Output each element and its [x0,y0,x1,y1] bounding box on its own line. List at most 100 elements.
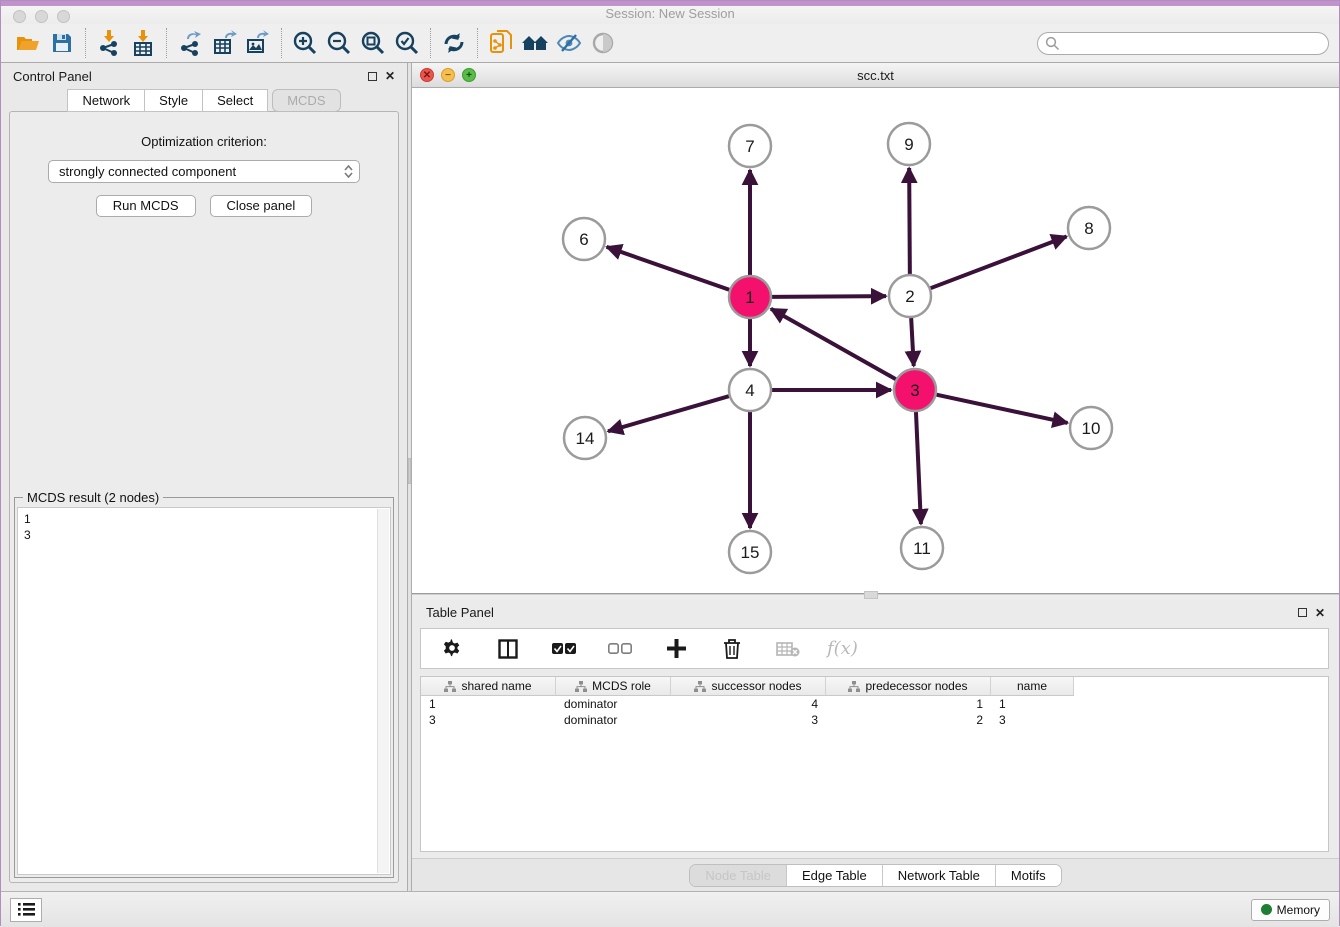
graph-edge-3-1[interactable] [771,309,896,379]
apply-layout-refresh-button[interactable] [437,27,471,59]
run-mcds-button[interactable]: Run MCDS [96,195,196,217]
column-header-successor-nodes[interactable]: successor nodes [671,677,826,696]
close-panel-button[interactable]: Close panel [210,195,313,217]
minimize-window-button[interactable] [35,10,48,23]
close-panel-icon[interactable]: ✕ [1315,608,1325,618]
graph-node-8[interactable]: 8 [1068,207,1110,249]
tab-motifs[interactable]: Motifs [996,865,1061,886]
network-maximize-button[interactable]: + [462,68,476,82]
cell-name: 3 [991,712,1074,728]
close-window-button[interactable] [13,10,26,23]
show-all-eye-button[interactable] [586,27,620,59]
column-layout-button[interactable] [491,633,525,665]
network-graph[interactable]: 7 9 6 8 1 2 4 3 14 10 15 11 [412,88,1339,593]
tab-mcds[interactable]: MCDS [272,89,340,112]
zoom-in-button[interactable] [288,27,322,59]
graph-edge-2-3[interactable] [911,318,914,366]
cell-predecessor-nodes: 2 [826,712,991,728]
copy-network-style-button[interactable] [484,27,518,59]
tab-node-table[interactable]: Node Table [690,865,787,886]
network-window-titlebar[interactable]: ✕ − + scc.txt [412,63,1339,88]
delete-table-button[interactable] [771,633,805,665]
export-table-button[interactable] [207,27,241,59]
column-header-name[interactable]: name [991,677,1074,696]
graph-node-6[interactable]: 6 [563,218,605,260]
close-panel-icon[interactable]: ✕ [385,71,395,81]
float-panel-icon[interactable] [368,72,377,81]
cell-mcds-role: dominator [556,696,671,712]
graph-node-4[interactable]: 4 [729,369,771,411]
memory-button[interactable]: Memory [1251,899,1330,921]
function-builder-button[interactable]: f(x) [827,638,858,659]
save-session-button[interactable] [45,27,79,59]
column-header-mcds-role[interactable]: MCDS role [556,677,671,696]
graph-edge-1-2[interactable] [772,296,886,297]
splitter-grip[interactable] [408,458,411,484]
import-table-button[interactable] [126,27,160,59]
graph-node-1[interactable]: 1 [729,276,771,318]
zoom-selected-button[interactable] [390,27,424,59]
network-window: ✕ − + scc.txt 7 9 6 8 1 2 4 3 14 10 15 11 [412,63,1339,594]
graph-node-10[interactable]: 10 [1070,407,1112,449]
graph-node-11[interactable]: 11 [901,527,943,569]
node-label: 9 [904,135,913,154]
result-scrollbar[interactable] [377,509,389,873]
zoom-fit-button[interactable] [356,27,390,59]
graph-edge-3-10[interactable] [937,395,1068,423]
zoom-out-button[interactable] [322,27,356,59]
network-minimize-button[interactable]: − [441,68,455,82]
import-network-button[interactable] [92,27,126,59]
graph-edge-1-6[interactable] [607,247,730,290]
graph-edge-3-11[interactable] [916,412,921,524]
node-label: 3 [910,381,919,400]
cell-mcds-role: dominator [556,712,671,728]
criterion-dropdown[interactable]: strongly connected component [48,160,360,183]
app-title: Session: New Session [1,6,1339,22]
toolbar-separator [430,28,431,58]
export-network-button[interactable] [173,27,207,59]
node-label: 11 [913,539,931,558]
columns-icon [498,639,518,659]
delete-column-button[interactable] [715,633,749,665]
deselect-all-button[interactable] [603,633,637,665]
column-header-shared-name[interactable]: shared name [421,677,556,696]
mcds-result-list[interactable]: 13 [17,507,391,875]
dropdown-stepper-icon [344,165,353,178]
create-column-button[interactable] [659,633,693,665]
graph-edge-2-9[interactable] [909,168,910,274]
search-input[interactable] [1037,32,1329,55]
table-settings-button[interactable] [435,633,469,665]
network-canvas[interactable]: 7 9 6 8 1 2 4 3 14 10 15 11 [412,88,1339,593]
graph-node-14[interactable]: 14 [564,417,606,459]
graph-node-15[interactable]: 15 [729,531,771,573]
node-label: 15 [741,543,760,562]
float-panel-icon[interactable] [1298,608,1307,617]
tab-select[interactable]: Select [203,89,268,112]
hierarchy-icon [444,681,456,692]
horizontal-splitter[interactable] [412,594,1339,600]
splitter-grip[interactable] [864,591,878,599]
node-table[interactable]: shared nameMCDS rolesuccessor nodesprede… [420,676,1329,852]
graph-node-9[interactable]: 9 [888,123,930,165]
maximize-window-button[interactable] [57,10,70,23]
open-session-button[interactable] [11,27,45,59]
select-all-button[interactable] [547,633,581,665]
hide-selected-eye-slash-button[interactable] [552,27,586,59]
tab-edge-table[interactable]: Edge Table [787,865,883,886]
graph-node-7[interactable]: 7 [729,125,771,167]
graph-edge-2-8[interactable] [931,237,1067,289]
network-close-button[interactable]: ✕ [420,68,434,82]
graph-node-2[interactable]: 2 [889,275,931,317]
graph-node-3[interactable]: 3 [894,369,936,411]
tab-network[interactable]: Network [67,89,145,112]
column-header-predecessor-nodes[interactable]: predecessor nodes [826,677,991,696]
graph-edge-4-14[interactable] [608,396,729,431]
tab-style[interactable]: Style [145,89,203,112]
task-history-button[interactable] [10,898,42,922]
export-image-button[interactable] [241,27,275,59]
table-row[interactable]: 1dominator411 [421,696,1328,712]
window-controls[interactable] [13,10,70,23]
first-neighbors-home-button[interactable] [518,27,552,59]
table-row[interactable]: 3dominator323 [421,712,1328,728]
tab-network-table[interactable]: Network Table [883,865,996,886]
